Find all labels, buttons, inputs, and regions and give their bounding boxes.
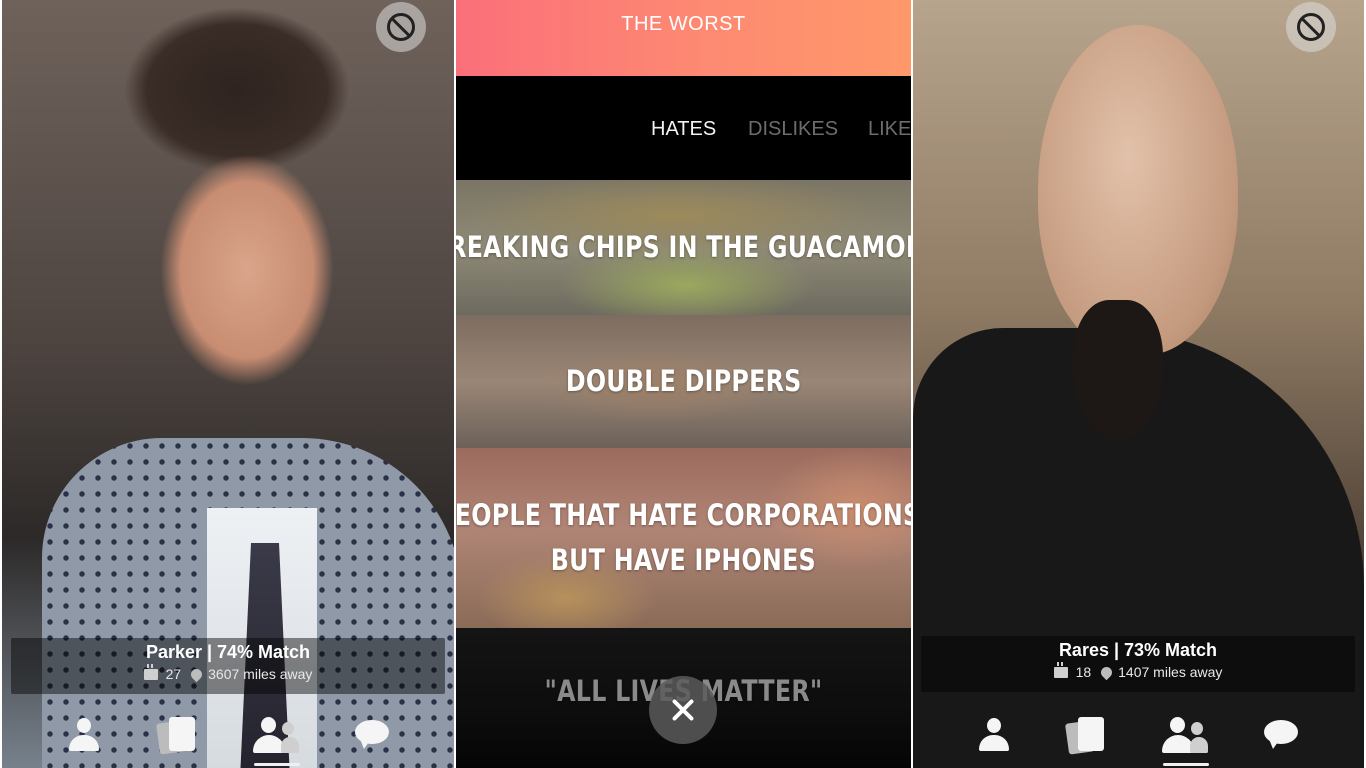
block-button[interactable] xyxy=(376,2,426,52)
tab-matches[interactable] xyxy=(252,712,302,758)
tab-chat[interactable] xyxy=(1256,712,1306,758)
tab-profile[interactable] xyxy=(969,712,1019,758)
worst-header: THE WORST xyxy=(456,0,911,76)
close-button[interactable] xyxy=(649,676,717,744)
hate-card-text-group: PEOPLE THAT HATE CORPORATIONS, BUT HAVE … xyxy=(456,493,911,583)
profile-panel-left: Parker | 74% Match 27 3607 miles away xyxy=(2,0,454,768)
hate-card-text-line-1: PEOPLE THAT HATE CORPORATIONS, xyxy=(456,498,911,532)
block-icon xyxy=(387,13,415,41)
profile-icon xyxy=(978,718,1010,752)
chat-icon xyxy=(1264,720,1298,750)
tab-cards[interactable] xyxy=(152,712,202,758)
birthday-cake-icon xyxy=(1053,661,1068,678)
age-value: 18 xyxy=(1075,664,1092,680)
worst-panel: THE WORST HATES DISLIKES LIKE BREAKING C… xyxy=(456,0,911,768)
hate-card-text: BREAKING CHIPS IN THE GUACAMOLE xyxy=(456,230,911,264)
cards-icon xyxy=(1064,717,1105,755)
bottom-tab-bar xyxy=(2,700,454,768)
tab-dislikes[interactable]: DISLIKES xyxy=(748,118,838,141)
match-info: Parker | 74% Match 27 3607 miles away xyxy=(11,638,445,694)
location-pin-icon xyxy=(188,666,205,682)
worst-title: THE WORST xyxy=(621,13,746,35)
hate-card[interactable]: BREAKING CHIPS IN THE GUACAMOLE xyxy=(456,180,911,315)
tab-hates[interactable]: HATES xyxy=(651,118,716,141)
location-pin-icon xyxy=(1098,664,1115,680)
tab-matches[interactable] xyxy=(1161,712,1211,758)
block-icon xyxy=(1297,13,1325,41)
matches-icon xyxy=(1162,717,1210,753)
active-tab-indicator xyxy=(254,763,300,766)
age-value: 27 xyxy=(165,666,182,682)
tab-profile[interactable] xyxy=(59,712,109,758)
tab-chat[interactable] xyxy=(347,712,397,758)
profile-panel-right: Rares | 73% Match 18 1407 miles away xyxy=(913,0,1364,768)
hate-card-text-line-2: BUT HAVE IPHONES xyxy=(550,543,817,577)
chat-icon xyxy=(355,720,389,750)
profile-details: 27 3607 miles away xyxy=(11,663,445,682)
hate-card[interactable]: PEOPLE THAT HATE CORPORATIONS, BUT HAVE … xyxy=(456,448,911,628)
distance-value: 3607 miles away xyxy=(208,666,313,682)
category-tabs: HATES DISLIKES LIKE xyxy=(456,76,911,180)
distance-value: 1407 miles away xyxy=(1118,664,1223,680)
name-match-label: Rares | 73% Match xyxy=(1058,640,1218,660)
profile-icon xyxy=(68,718,100,752)
tab-cards[interactable] xyxy=(1061,712,1111,758)
birthday-cake-icon xyxy=(143,663,158,680)
block-button[interactable] xyxy=(1286,2,1336,52)
hate-card[interactable]: DOUBLE DIPPERS xyxy=(456,315,911,448)
hate-card-text: DOUBLE DIPPERS xyxy=(565,364,802,398)
bottom-tab-bar xyxy=(913,700,1364,768)
cards-icon xyxy=(155,717,196,755)
active-tab-indicator xyxy=(1163,763,1209,766)
tab-likes[interactable]: LIKE xyxy=(868,118,911,141)
profile-details: 18 1407 miles away xyxy=(921,661,1355,680)
name-match-label: Parker | 74% Match xyxy=(145,642,311,662)
matches-icon xyxy=(253,717,301,753)
close-icon xyxy=(671,698,695,722)
photo-beard xyxy=(1073,300,1163,440)
match-info: Rares | 73% Match 18 1407 miles away xyxy=(921,636,1355,692)
